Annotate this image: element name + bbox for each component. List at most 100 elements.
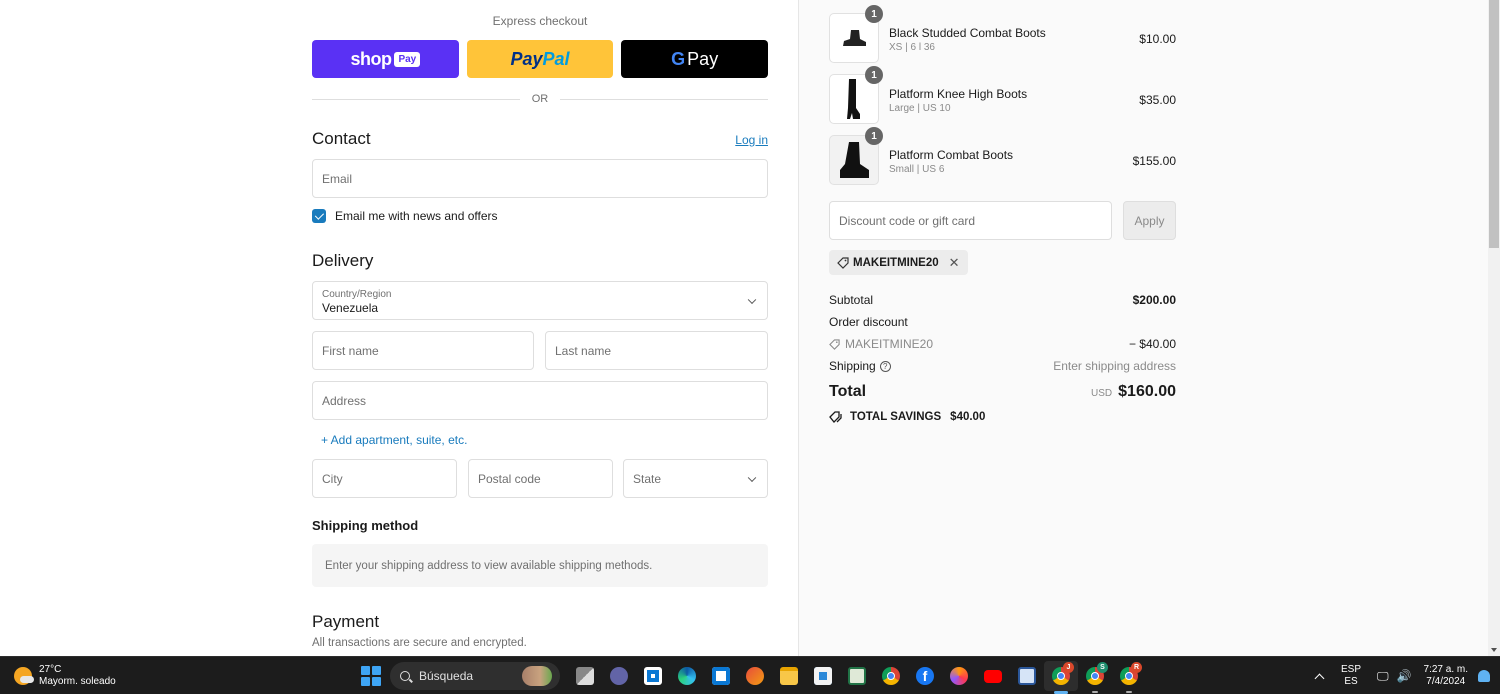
first-name-field[interactable]	[312, 331, 534, 370]
add-apartment-link[interactable]: + Add apartment, suite, etc.	[321, 433, 467, 447]
newsletter-checkbox[interactable]	[312, 209, 326, 223]
item-price: $10.00	[1139, 32, 1176, 46]
weather-temp: 27°C	[39, 664, 62, 675]
chevron-down-icon	[747, 473, 757, 482]
google-g-icon: G	[671, 48, 686, 69]
chrome-icon[interactable]	[874, 661, 908, 691]
clock[interactable]: 7:27 a. m. 7/4/2024	[1424, 664, 1468, 688]
app-window-icon[interactable]	[636, 661, 670, 691]
divider-line	[312, 98, 520, 100]
shipping-label-group: Shipping ?	[829, 359, 891, 373]
discount-code-field[interactable]	[829, 201, 1112, 240]
scrollbar-thumb[interactable]	[1489, 0, 1499, 248]
form-column: Express checkout shop Pay Pay Pal G Pay O…	[312, 0, 769, 656]
last-name-input[interactable]	[555, 343, 758, 358]
show-hidden-icons-chevron-up-icon[interactable]	[1314, 673, 1325, 683]
task-view-icon[interactable]	[568, 661, 602, 691]
remove-discount-icon[interactable]: ✕	[949, 255, 960, 271]
app-window-icon-2[interactable]	[704, 661, 738, 691]
checkout-form-pane: Express checkout shop Pay Pay Pal G Pay O…	[0, 0, 798, 656]
order-item: 1 Platform Knee High Boots Large | US 10…	[829, 66, 1176, 124]
postal-code-field[interactable]	[468, 459, 613, 498]
search-icon	[400, 671, 410, 681]
item-name: Platform Knee High Boots	[889, 87, 1028, 101]
weather-sun-icon	[14, 667, 34, 685]
discount-code-input[interactable]	[839, 213, 1102, 228]
address-field[interactable]	[312, 381, 768, 420]
savings-tag-icon	[829, 411, 843, 423]
chrome-profile-s-icon[interactable]: S	[1078, 661, 1112, 693]
taskbar-search[interactable]: Búsqueda	[390, 662, 560, 690]
postal-code-input[interactable]	[478, 471, 603, 486]
system-icons[interactable]: 🖵 🔊	[1377, 669, 1412, 684]
edge-browser-icon[interactable]	[670, 661, 704, 691]
email-field[interactable]	[312, 159, 768, 198]
address-input[interactable]	[322, 393, 758, 408]
youtube-icon[interactable]	[976, 661, 1010, 691]
shipping-row: Shipping ? Enter shipping address	[829, 359, 1176, 373]
login-link[interactable]: Log in	[735, 133, 768, 147]
windows-start-icon[interactable]	[361, 666, 381, 686]
order-item: 1 Platform Combat Boots Small | US 6 $15…	[829, 127, 1176, 185]
currency-code: USD	[1091, 388, 1113, 399]
last-name-field[interactable]	[545, 331, 768, 370]
profile-badge: S	[1097, 662, 1108, 673]
chrome-profile-r-icon[interactable]: R	[1112, 661, 1146, 693]
order-summary-pane: 1 Black Studded Combat Boots XS | 6 l 36…	[798, 0, 1488, 656]
help-icon[interactable]: ?	[879, 360, 891, 372]
file-explorer-icon[interactable]	[772, 661, 806, 691]
page-scrollbar[interactable]	[1488, 0, 1500, 656]
country-value: Venezuela	[322, 301, 379, 315]
express-checkout-title: Express checkout	[492, 14, 588, 28]
google-pay-button[interactable]: G Pay	[621, 40, 769, 78]
quantity-badge: 1	[865, 66, 883, 84]
email-input[interactable]	[322, 171, 758, 186]
notification-bell-icon[interactable]	[1478, 670, 1490, 682]
first-name-input[interactable]	[322, 343, 524, 358]
weather-widget[interactable]: 27°C Mayorm. soleado	[14, 664, 116, 688]
state-label: State	[633, 471, 662, 486]
profile-badge: R	[1131, 662, 1142, 673]
country-select[interactable]: Country/Region Venezuela	[312, 281, 768, 320]
knee-boot-image	[847, 79, 860, 119]
item-variant: Small | US 6	[889, 164, 945, 175]
newsletter-label: Email me with news and offers	[335, 209, 498, 223]
language-indicator[interactable]: ESP ES	[1341, 664, 1361, 688]
item-price: $155.00	[1132, 154, 1176, 168]
weather-desc: Mayorm. soleado	[39, 676, 116, 687]
order-discount-label: Order discount	[829, 315, 908, 329]
paypal-button[interactable]: Pay Pal	[466, 40, 614, 78]
discount-code-name: MAKEITMINE20	[845, 337, 934, 351]
newsletter-checkbox-row[interactable]: Email me with news and offers	[312, 209, 498, 223]
ccleaner-icon[interactable]	[738, 661, 772, 691]
apply-discount-button[interactable]: Apply	[1123, 201, 1176, 240]
firefox-icon[interactable]	[942, 661, 976, 691]
facebook-icon[interactable]: f	[908, 661, 942, 691]
shop-pay-button[interactable]: shop Pay	[312, 40, 459, 78]
chrome-profile-j-icon[interactable]: J	[1044, 661, 1078, 694]
network-icon: 🖵	[1377, 668, 1389, 683]
tag-icon	[837, 257, 849, 269]
paypal-logo-part2: Pal	[542, 48, 570, 69]
shipping-value: Enter shipping address	[1053, 359, 1176, 373]
checkout-page: Express checkout shop Pay Pay Pal G Pay O…	[0, 0, 1500, 656]
paypal-logo-part1: Pay	[510, 48, 543, 69]
ankle-boot-image	[843, 30, 866, 46]
state-select[interactable]: State	[623, 459, 768, 498]
teams-chat-icon[interactable]	[602, 661, 636, 691]
savings-label: TOTAL SAVINGS	[850, 411, 942, 423]
city-field[interactable]	[312, 459, 457, 498]
word-icon[interactable]	[1010, 661, 1044, 691]
savings-value: $40.00	[950, 411, 986, 423]
search-highlight-image	[522, 666, 552, 686]
google-pay-label: Pay	[687, 48, 719, 69]
microsoft-store-icon[interactable]	[806, 661, 840, 691]
scroll-down-arrow-icon[interactable]	[1491, 648, 1497, 652]
system-tray: ESP ES 🖵 🔊 7:27 a. m. 7/4/2024	[1314, 657, 1500, 694]
order-discount-row: Order discount	[829, 315, 1176, 329]
city-input[interactable]	[322, 471, 447, 486]
clock-time: 7:27 a. m.	[1423, 664, 1468, 675]
shipping-method-notice: Enter your shipping address to view avai…	[312, 544, 768, 587]
excel-icon[interactable]	[840, 661, 874, 691]
total-value: $160.00	[1118, 383, 1176, 400]
